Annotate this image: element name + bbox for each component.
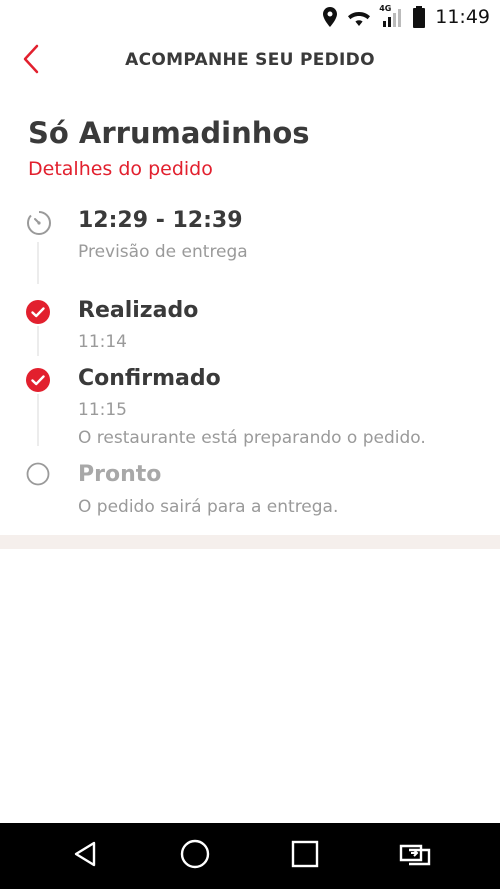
home-circle-icon [179,838,211,874]
check-circle-icon [26,368,50,392]
recents-square-icon [290,839,320,873]
battery-icon [413,6,426,28]
back-triangle-icon [70,839,100,873]
switch-apps-icon [397,840,433,872]
timeline-connector [37,326,39,356]
network-label: 4G [379,4,392,13]
order-timeline: 12:29 - 12:39 Previsão de entrega Realiz… [0,200,500,530]
restaurant-name: Só Arrumadinhos [28,116,310,150]
timeline-connector [37,394,39,446]
clock-icon [26,210,51,235]
eta-time-range: 12:29 - 12:39 [78,208,243,233]
check-circle-icon [26,300,50,324]
empty-circle-icon [26,462,50,486]
status-time: 11:49 [435,6,490,28]
cell-signal-icon: 4G [379,4,403,27]
step-description: O restaurante está preparando o pedido. [78,428,426,448]
step-title: Confirmado [78,366,221,391]
page-title: ACOMPANHE SEU PEDIDO [125,50,375,70]
wifi-icon [347,8,371,26]
step-title: Pronto [78,462,162,487]
step-description: O pedido sairá para a entrega. [78,497,339,517]
step-title: Realizado [78,298,199,323]
order-details-link[interactable]: Detalhes do pedido [28,158,213,180]
step-time: 11:15 [78,400,127,420]
section-divider [0,535,500,549]
app-header: ACOMPANHE SEU PEDIDO [0,34,500,88]
timeline-connector [37,242,39,284]
eta-label: Previsão de entrega [78,242,248,262]
step-time: 11:14 [78,332,127,352]
status-bar: 4G 11:49 [0,0,500,34]
system-nav-bar [0,823,500,889]
nav-recents-button[interactable] [280,831,330,881]
nav-back-button[interactable] [60,831,110,881]
nav-switch-apps-button[interactable] [390,831,440,881]
nav-home-button[interactable] [170,831,220,881]
location-icon [323,7,338,27]
